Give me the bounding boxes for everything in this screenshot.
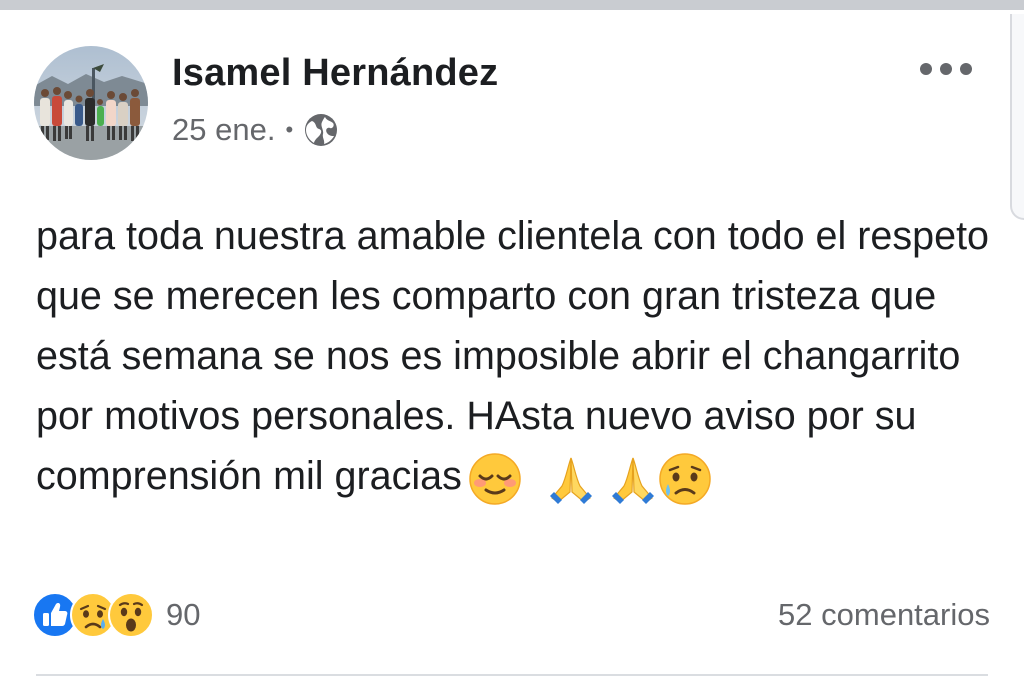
emoji-row xyxy=(468,452,712,506)
meta-separator: • xyxy=(285,117,294,142)
post-date[interactable]: 25 ene. xyxy=(172,112,275,148)
scroll-edge xyxy=(1010,14,1024,220)
comments-count-link[interactable]: 52 comentarios xyxy=(778,597,990,633)
reactions-summary[interactable]: 90 xyxy=(32,592,200,638)
more-dot xyxy=(920,63,932,75)
relieved-face-icon xyxy=(468,452,522,506)
folded-hands-icon xyxy=(544,452,598,506)
author-name[interactable]: Isamel Hernández xyxy=(172,52,498,95)
top-strip xyxy=(0,0,1024,10)
reaction-count: 90 xyxy=(166,597,201,632)
avatar[interactable] xyxy=(34,46,148,160)
footer-divider xyxy=(36,674,988,676)
globe-icon[interactable] xyxy=(303,112,339,148)
more-options-icon[interactable] xyxy=(920,52,972,86)
wow-reaction-icon xyxy=(108,592,154,638)
sad-tear-face-icon xyxy=(658,452,712,506)
post-body: para toda nuestra amable clientela con t… xyxy=(36,206,996,506)
post-meta: 25 ene. • xyxy=(172,112,339,148)
more-dot xyxy=(960,63,972,75)
more-dot xyxy=(940,63,952,75)
folded-hands-icon xyxy=(606,452,660,506)
